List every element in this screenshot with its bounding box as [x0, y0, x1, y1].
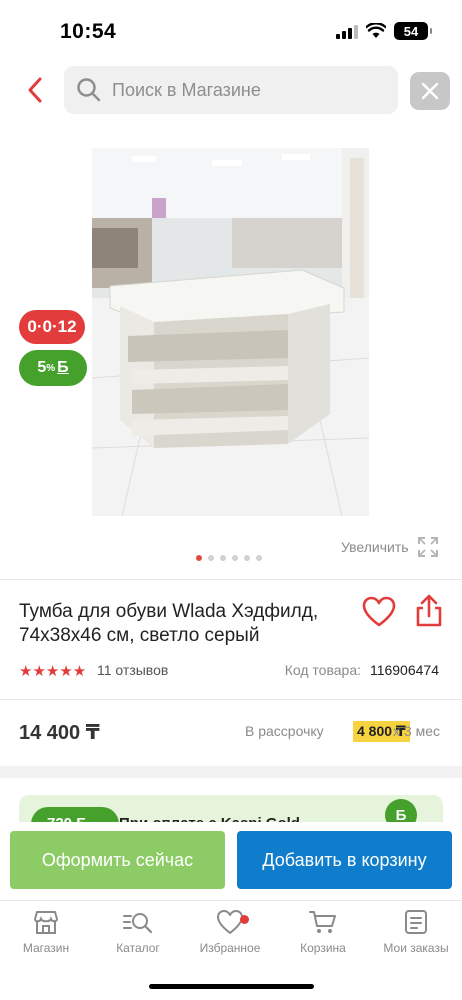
tab-label: Магазин	[22, 941, 70, 955]
tab-store[interactable]: Магазин	[0, 909, 92, 965]
expand-icon	[417, 537, 438, 557]
divider	[0, 699, 462, 700]
bonus-percent-symbol: %	[46, 362, 56, 374]
search-input[interactable]	[112, 79, 372, 101]
product-price: 14 400 ₸	[19, 722, 100, 744]
tab-catalog[interactable]: Каталог	[92, 909, 184, 965]
gallery-dot[interactable]	[220, 555, 226, 561]
product-image[interactable]	[92, 148, 369, 516]
close-search-button[interactable]	[410, 72, 450, 110]
add-to-favorites-button[interactable]	[362, 596, 396, 628]
catalog-search-icon	[123, 913, 153, 934]
gallery-dot[interactable]	[232, 555, 238, 561]
product-photo	[92, 148, 369, 516]
divider	[0, 579, 462, 580]
search-icon	[77, 78, 101, 102]
battery-icon: 54	[394, 22, 432, 40]
gallery-dot[interactable]	[208, 555, 214, 561]
rating-row: ★★★★★ 11 отзывов Код товара: 116906474	[19, 662, 443, 682]
search-row	[0, 66, 462, 114]
chevron-left-icon	[28, 77, 42, 103]
product-code-label: Код товара:	[284, 662, 361, 678]
notification-dot	[240, 915, 249, 924]
cart-icon	[309, 911, 336, 933]
store-icon	[34, 911, 58, 934]
section-separator	[0, 766, 462, 778]
gallery-pagination[interactable]	[196, 555, 262, 561]
wifi-icon	[366, 23, 386, 38]
action-bar: Оформить сейчас Добавить в корзину	[0, 822, 462, 900]
status-time: 10:54	[60, 20, 117, 43]
add-to-cart-button[interactable]: Добавить в корзину	[237, 831, 452, 889]
zoom-button[interactable]: Увеличить	[341, 536, 439, 558]
search-box[interactable]	[64, 66, 398, 114]
status-bar: 10:54 54	[0, 0, 462, 60]
tab-label: Корзина	[300, 941, 346, 955]
rating-stars-icon: ★★★★★	[19, 663, 87, 680]
share-icon	[416, 594, 442, 627]
installment-badge: 0·0·12	[19, 310, 85, 344]
installment-label: В рассрочку	[245, 723, 324, 739]
heart-icon	[362, 596, 396, 627]
back-button[interactable]	[18, 72, 52, 108]
battery-level: 54	[403, 23, 419, 39]
product-title: Тумба для обуви Wlada Хэдфилд, 74х38х46 …	[19, 601, 319, 646]
status-icons: 54	[336, 22, 432, 40]
home-indicator	[149, 984, 314, 989]
bonus-percent: 5	[37, 359, 47, 376]
gallery-dot[interactable]	[196, 555, 202, 561]
tab-favorites[interactable]: Избранное	[184, 909, 276, 965]
price-row: 14 400 ₸ В рассрочку 4 800 ₸ х 3 мес	[19, 720, 443, 746]
close-icon	[421, 82, 439, 100]
tab-label: Каталог	[116, 941, 160, 955]
tab-label: Избранное	[199, 941, 261, 955]
gallery-dot[interactable]	[244, 555, 250, 561]
cellular-signal-icon	[336, 23, 358, 39]
bonus-badge: 5% Б	[19, 350, 87, 386]
reviews-link[interactable]: 11 отзывов	[97, 662, 168, 678]
share-button[interactable]	[414, 594, 444, 628]
checkout-now-button[interactable]: Оформить сейчас	[10, 831, 225, 889]
tab-my-orders[interactable]: Мои заказы	[370, 909, 462, 965]
tab-label: Мои заказы	[383, 941, 449, 955]
installment-term: х 3 мес	[393, 723, 440, 739]
orders-icon	[405, 910, 427, 934]
gallery-dot[interactable]	[256, 555, 262, 561]
product-code-value: 116906474	[369, 662, 439, 678]
tab-cart[interactable]: Корзина	[277, 909, 369, 965]
bonus-currency: Б	[57, 359, 69, 376]
zoom-label: Увеличить	[341, 539, 409, 555]
